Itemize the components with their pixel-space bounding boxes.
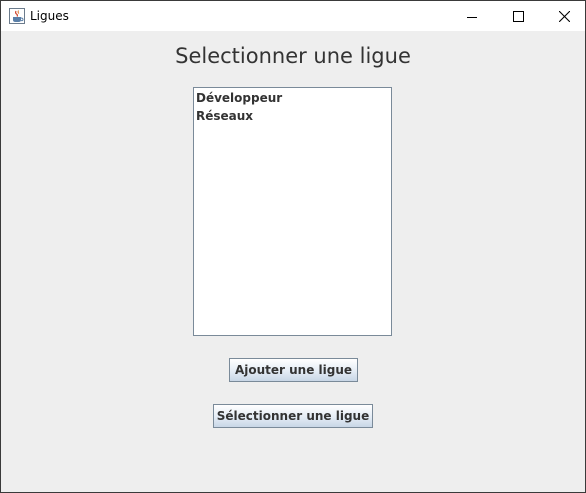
add-ligue-button[interactable]: Ajouter une ligue	[229, 358, 358, 382]
select-ligue-button[interactable]: Sélectionner une ligue	[213, 404, 373, 428]
minimize-button[interactable]	[449, 1, 495, 31]
list-items: Développeur Réseaux	[194, 88, 391, 125]
app-window: Ligues Selectionner une ligue Développeu…	[0, 0, 586, 493]
close-button[interactable]	[541, 1, 585, 31]
list-item[interactable]: Développeur	[194, 89, 391, 107]
minimize-icon	[467, 7, 477, 26]
title-bar[interactable]: Ligues	[1, 1, 585, 31]
maximize-icon	[512, 7, 524, 26]
maximize-button[interactable]	[495, 1, 541, 31]
ligues-list[interactable]: Développeur Réseaux	[193, 87, 392, 336]
close-icon	[558, 7, 570, 26]
java-cup-icon	[9, 8, 25, 24]
window-title: Ligues	[30, 9, 69, 23]
page-title: Selectionner une ligue	[175, 44, 411, 68]
list-item[interactable]: Réseaux	[194, 107, 391, 125]
